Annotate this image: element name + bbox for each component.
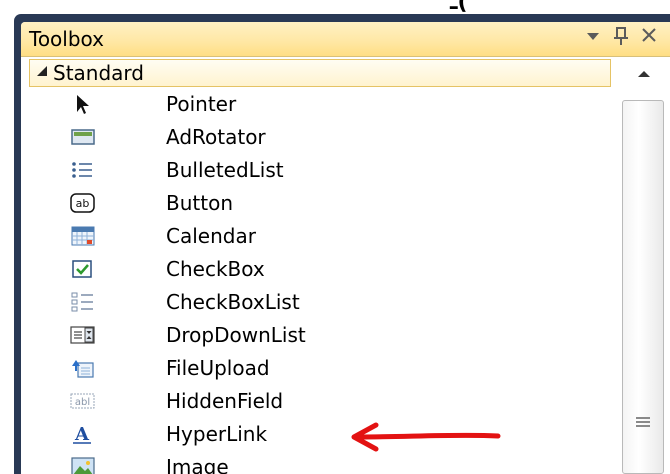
toolbox-item-label: CheckBox [166, 257, 265, 281]
toolbox-item-adrotator[interactable]: AdRotator [21, 121, 619, 154]
dropdown-triangle-icon [587, 33, 599, 40]
pin-icon[interactable] [609, 26, 633, 50]
toolbox-item-label: FileUpload [166, 356, 270, 380]
hyperlink-icon: A [70, 423, 96, 445]
toolbox-item-bulletedlist[interactable]: BulletedList [21, 154, 619, 187]
toolbox-item-label: Button [166, 191, 233, 215]
scroll-up-arrow-icon[interactable] [633, 66, 655, 86]
category-standard[interactable]: Standard [29, 59, 611, 87]
toolbox-item-label: HyperLink [166, 422, 268, 446]
toolbox-item-label: DropDownList [166, 323, 306, 347]
close-x-icon [642, 28, 656, 42]
toolbox-item-label: Image [166, 455, 229, 474]
toolbox-titlebar[interactable]: Toolbox [21, 22, 670, 57]
pin-shape-icon [614, 27, 628, 45]
calendar-icon [70, 225, 96, 247]
scrollbar-thumb[interactable] [622, 100, 664, 474]
category-label: Standard [53, 61, 144, 85]
toolbox-item-checkbox[interactable]: CheckBox [21, 253, 619, 286]
toolbox-item-label: AdRotator [166, 125, 266, 149]
top-strip: ـ( [0, 0, 670, 15]
toolbox-item-label: CheckBoxList [166, 290, 300, 314]
toolbox-item-checkboxlist[interactable]: CheckBoxList [21, 286, 619, 319]
toolbox-window: Toolbox Standard Pointer AdRotator Bulle… [21, 22, 670, 474]
cropped-text-fragment: ـ( [450, 0, 468, 15]
toolbox-item-fileupload[interactable]: FileUpload [21, 352, 619, 385]
toolbox-item-hiddenfield[interactable]: abl HiddenField [21, 385, 619, 418]
bulleted-list-icon [70, 159, 96, 181]
dropdown-list-icon [70, 324, 96, 346]
toolbox-title: Toolbox [29, 27, 104, 51]
vertical-scrollbar[interactable] [619, 58, 670, 474]
toolbox-item-button[interactable]: ab Button [21, 187, 619, 220]
red-annotation-arrow-icon [351, 422, 501, 452]
toolbox-item-pointer[interactable]: Pointer [21, 88, 619, 121]
toolbox-item-label: BulletedList [166, 158, 284, 182]
toolbox-item-calendar[interactable]: Calendar [21, 220, 619, 253]
file-upload-icon [70, 357, 96, 379]
hyperlink-icon-text: A [74, 424, 90, 445]
window-dropdown-icon[interactable] [581, 26, 605, 50]
toolbox-item-label: HiddenField [166, 389, 284, 413]
toolbox-item-dropdownlist[interactable]: DropDownList [21, 319, 619, 352]
close-icon[interactable] [637, 26, 661, 50]
adrotator-icon [70, 126, 96, 148]
image-icon [70, 456, 96, 474]
toolbox-item-label: Calendar [166, 224, 256, 248]
toolbox-item-image[interactable]: Image [21, 451, 619, 474]
hidden-field-icon-text: abl [75, 397, 90, 408]
hidden-field-icon: abl [70, 390, 96, 412]
pointer-icon [70, 93, 96, 115]
toolbox-item-hyperlink[interactable]: A HyperLink [21, 418, 619, 451]
scroll-grip-icon [636, 417, 650, 427]
toolbox-item-label: Pointer [166, 92, 237, 116]
button-icon: ab [70, 192, 96, 214]
checkbox-list-icon [70, 291, 96, 313]
expand-triangle-icon[interactable] [36, 65, 48, 81]
button-icon-text: ab [76, 197, 90, 210]
checkbox-icon [70, 258, 96, 280]
